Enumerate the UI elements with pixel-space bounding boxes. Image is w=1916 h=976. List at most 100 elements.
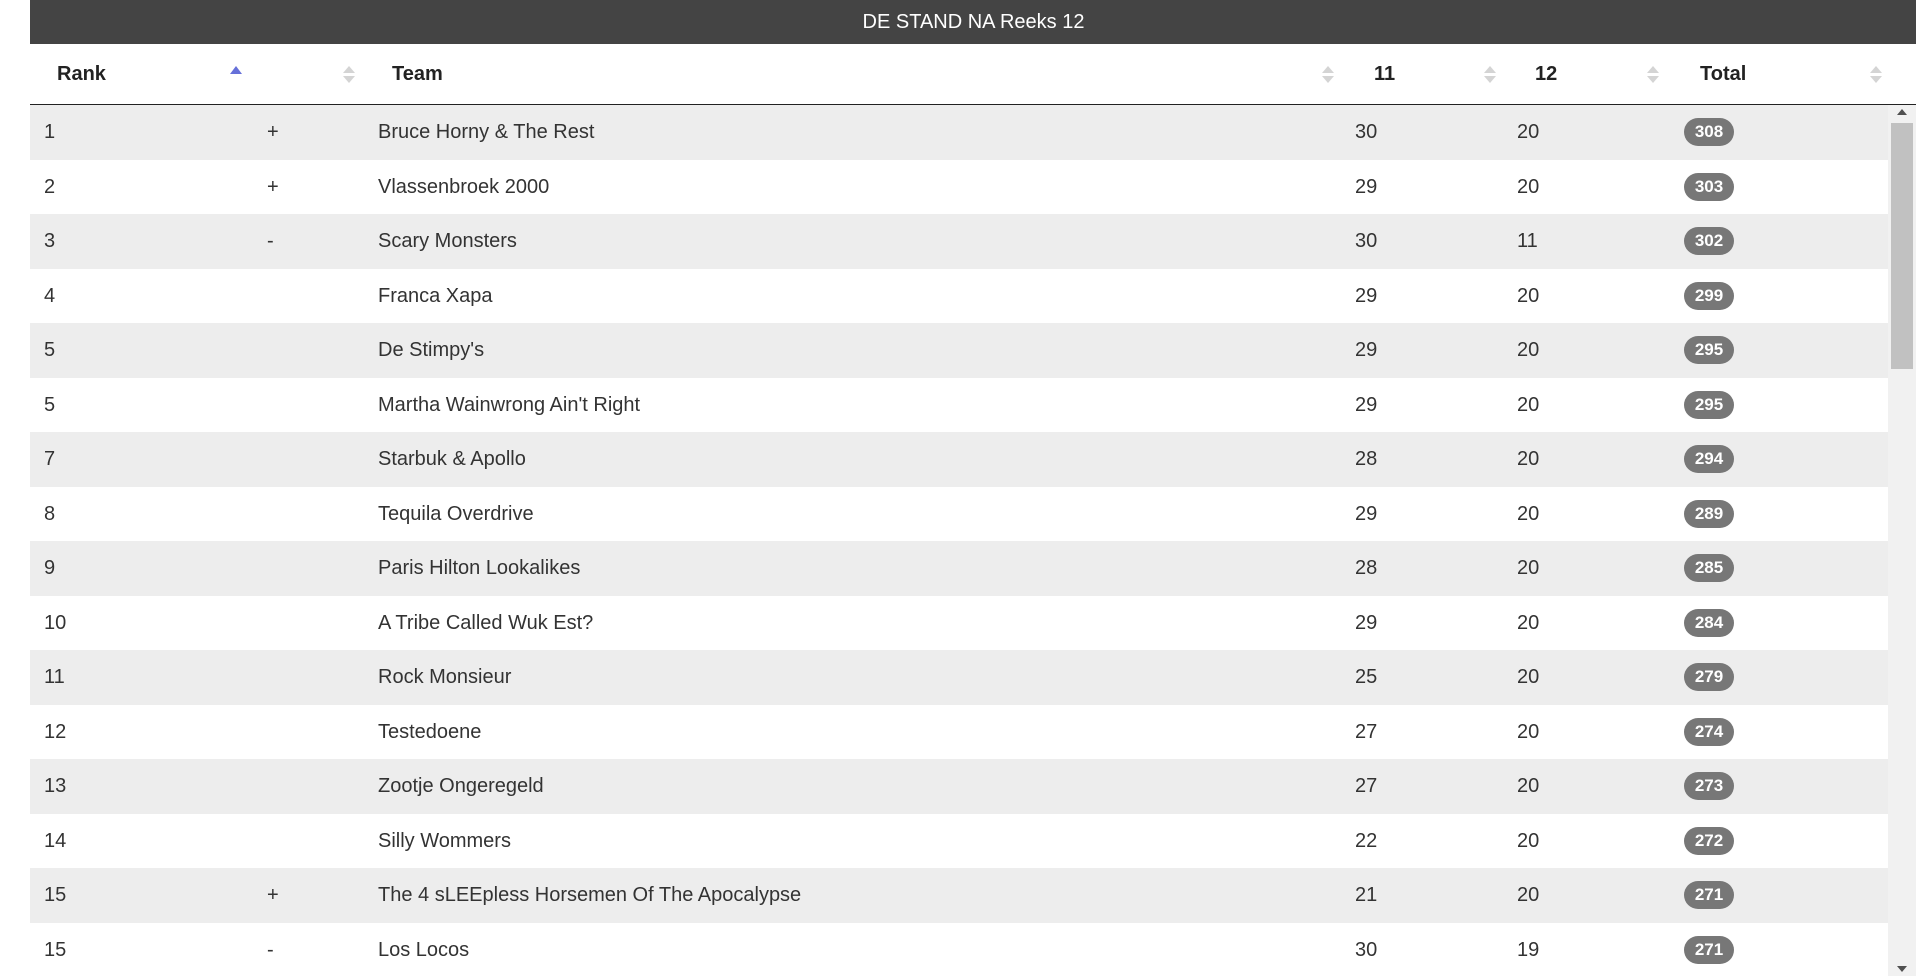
table-row[interactable]: 9 Paris Hilton Lookalikes 28 20 285: [30, 541, 1888, 596]
column-header-12[interactable]: 12: [1535, 44, 1557, 104]
table-row[interactable]: 14 Silly Wommers 22 20 272: [30, 814, 1888, 869]
round-12-cell: 20: [1517, 487, 1539, 542]
total-badge: 273: [1684, 772, 1734, 800]
rank-cell: 13: [44, 759, 66, 814]
team-name-cell: Zootje Ongeregeld: [378, 759, 544, 814]
round-11-cell: 30: [1355, 214, 1377, 269]
rank-cell: 11: [44, 650, 65, 705]
round-12-cell: 20: [1517, 105, 1539, 160]
round-12-cell: 20: [1517, 323, 1539, 378]
standings-table: DE STAND NA Reeks 12 Rank Team 11 12 Tot…: [30, 0, 1916, 976]
sort-icon[interactable]: [1484, 44, 1496, 104]
round-11-cell: 25: [1355, 650, 1377, 705]
sort-icon[interactable]: [1647, 44, 1659, 104]
round-12-cell: 20: [1517, 432, 1539, 487]
total-badge: 302: [1684, 227, 1734, 255]
total-badge: 289: [1684, 500, 1734, 528]
sort-icon[interactable]: [1870, 44, 1882, 104]
round-12-cell: 20: [1517, 868, 1539, 923]
round-11-cell: 29: [1355, 269, 1377, 324]
round-11-cell: 29: [1355, 596, 1377, 651]
table-row[interactable]: 7 Starbuk & Apollo 28 20 294: [30, 432, 1888, 487]
sort-icon[interactable]: [343, 44, 355, 104]
rank-cell: 10: [44, 596, 66, 651]
team-name-cell: Rock Monsieur: [378, 650, 511, 705]
total-badge: 271: [1684, 881, 1734, 909]
column-header-total[interactable]: Total: [1700, 44, 1746, 104]
total-badge: 303: [1684, 173, 1734, 201]
round-12-cell: 20: [1517, 650, 1539, 705]
rank-cell: 12: [44, 705, 66, 760]
rank-cell: 15: [44, 868, 66, 923]
team-name-cell: Tequila Overdrive: [378, 487, 534, 542]
column-header-team[interactable]: Team: [392, 44, 443, 104]
team-name-cell: Bruce Horny & The Rest: [378, 105, 594, 160]
vertical-scrollbar[interactable]: [1888, 105, 1916, 976]
movement-cell: -: [267, 923, 274, 976]
round-11-cell: 28: [1355, 541, 1377, 596]
table-rows: 1 + Bruce Horny & The Rest 30 20 308 2 +…: [30, 105, 1888, 976]
round-11-cell: 29: [1355, 160, 1377, 215]
team-name-cell: A Tribe Called Wuk Est?: [378, 596, 593, 651]
team-name-cell: De Stimpy's: [378, 323, 484, 378]
total-badge: 294: [1684, 445, 1734, 473]
round-11-cell: 30: [1355, 923, 1377, 976]
round-12-cell: 20: [1517, 378, 1539, 433]
total-badge: 295: [1684, 391, 1734, 419]
round-12-cell: 20: [1517, 596, 1539, 651]
round-11-cell: 30: [1355, 105, 1377, 160]
team-name-cell: Starbuk & Apollo: [378, 432, 526, 487]
scrollbar-thumb[interactable]: [1891, 123, 1913, 369]
rank-cell: 5: [44, 378, 55, 433]
table-header: Rank Team 11 12 Total: [30, 44, 1916, 105]
rank-cell: 9: [44, 541, 55, 596]
team-name-cell: Los Locos: [378, 923, 469, 976]
scroll-down-icon[interactable]: [1897, 966, 1907, 972]
round-12-cell: 20: [1517, 160, 1539, 215]
round-12-cell: 20: [1517, 759, 1539, 814]
round-11-cell: 27: [1355, 759, 1377, 814]
team-name-cell: Martha Wainwrong Ain't Right: [378, 378, 640, 433]
total-badge: 285: [1684, 554, 1734, 582]
rank-cell: 8: [44, 487, 55, 542]
rank-cell: 4: [44, 269, 55, 324]
table-row[interactable]: 3 - Scary Monsters 30 11 302: [30, 214, 1888, 269]
round-11-cell: 22: [1355, 814, 1377, 869]
sort-icon[interactable]: [1322, 44, 1334, 104]
rank-cell: 7: [44, 432, 55, 487]
sort-ascending-icon[interactable]: [230, 44, 242, 104]
round-12-cell: 19: [1517, 923, 1539, 976]
table-row[interactable]: 5 De Stimpy's 29 20 295: [30, 323, 1888, 378]
round-11-cell: 29: [1355, 378, 1377, 433]
table-row[interactable]: 10 A Tribe Called Wuk Est? 29 20 284: [30, 596, 1888, 651]
total-badge: 295: [1684, 336, 1734, 364]
team-name-cell: Vlassenbroek 2000: [378, 160, 549, 215]
round-11-cell: 29: [1355, 487, 1377, 542]
rank-cell: 1: [44, 105, 55, 160]
team-name-cell: Paris Hilton Lookalikes: [378, 541, 580, 596]
round-11-cell: 27: [1355, 705, 1377, 760]
table-row[interactable]: 15 + The 4 sLEEpless Horsemen Of The Apo…: [30, 868, 1888, 923]
table-row[interactable]: 8 Tequila Overdrive 29 20 289: [30, 487, 1888, 542]
total-badge: 279: [1684, 663, 1734, 691]
table-row[interactable]: 15 - Los Locos 30 19 271: [30, 923, 1888, 976]
table-row[interactable]: 5 Martha Wainwrong Ain't Right 29 20 295: [30, 378, 1888, 433]
table-row[interactable]: 12 Testedoene 27 20 274: [30, 705, 1888, 760]
table-row[interactable]: 11 Rock Monsieur 25 20 279: [30, 650, 1888, 705]
team-name-cell: Testedoene: [378, 705, 481, 760]
total-badge: 274: [1684, 718, 1734, 746]
movement-cell: +: [267, 160, 279, 215]
table-row[interactable]: 2 + Vlassenbroek 2000 29 20 303: [30, 160, 1888, 215]
total-badge: 299: [1684, 282, 1734, 310]
scroll-up-icon[interactable]: [1897, 109, 1907, 115]
table-row[interactable]: 13 Zootje Ongeregeld 27 20 273: [30, 759, 1888, 814]
table-row[interactable]: 4 Franca Xapa 29 20 299: [30, 269, 1888, 324]
column-header-11[interactable]: 11: [1374, 44, 1395, 104]
movement-cell: -: [267, 214, 274, 269]
rank-cell: 3: [44, 214, 55, 269]
rank-cell: 2: [44, 160, 55, 215]
total-badge: 308: [1684, 118, 1734, 146]
table-row[interactable]: 1 + Bruce Horny & The Rest 30 20 308: [30, 105, 1888, 160]
column-header-rank[interactable]: Rank: [57, 44, 106, 104]
team-name-cell: The 4 sLEEpless Horsemen Of The Apocalyp…: [378, 868, 801, 923]
